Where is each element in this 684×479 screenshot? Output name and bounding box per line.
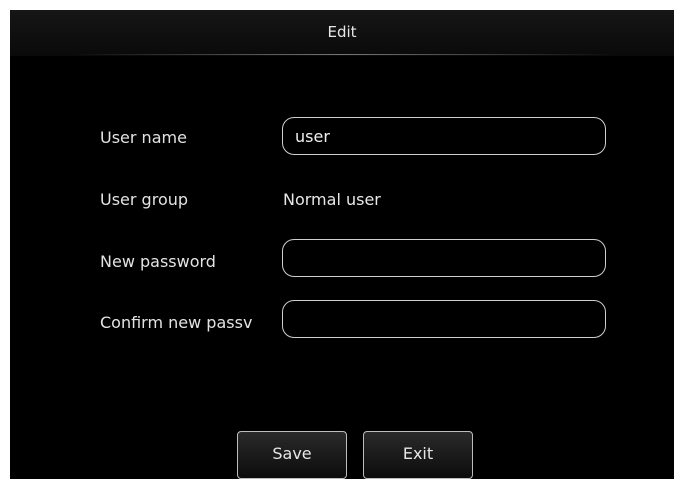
user-group-label: User group (100, 190, 189, 209)
user-name-label: User name (100, 128, 187, 147)
confirm-password-label: Confirm new passv (100, 313, 253, 332)
confirm-password-input[interactable] (283, 301, 605, 337)
new-password-label: New password (100, 252, 216, 271)
new-password-field[interactable] (282, 239, 606, 277)
title-bar: Edit (10, 10, 674, 56)
title-divider (70, 54, 614, 55)
edit-user-dialog: Edit User name User group Normal user Ne… (10, 10, 674, 479)
user-name-field[interactable] (282, 117, 606, 155)
confirm-password-field[interactable] (282, 300, 606, 338)
user-group-value: Normal user (283, 190, 381, 209)
exit-button[interactable]: Exit (363, 431, 473, 479)
dialog-title: Edit (327, 23, 357, 41)
new-password-input[interactable] (283, 240, 605, 276)
user-name-input[interactable] (283, 118, 605, 154)
save-button[interactable]: Save (237, 431, 347, 479)
